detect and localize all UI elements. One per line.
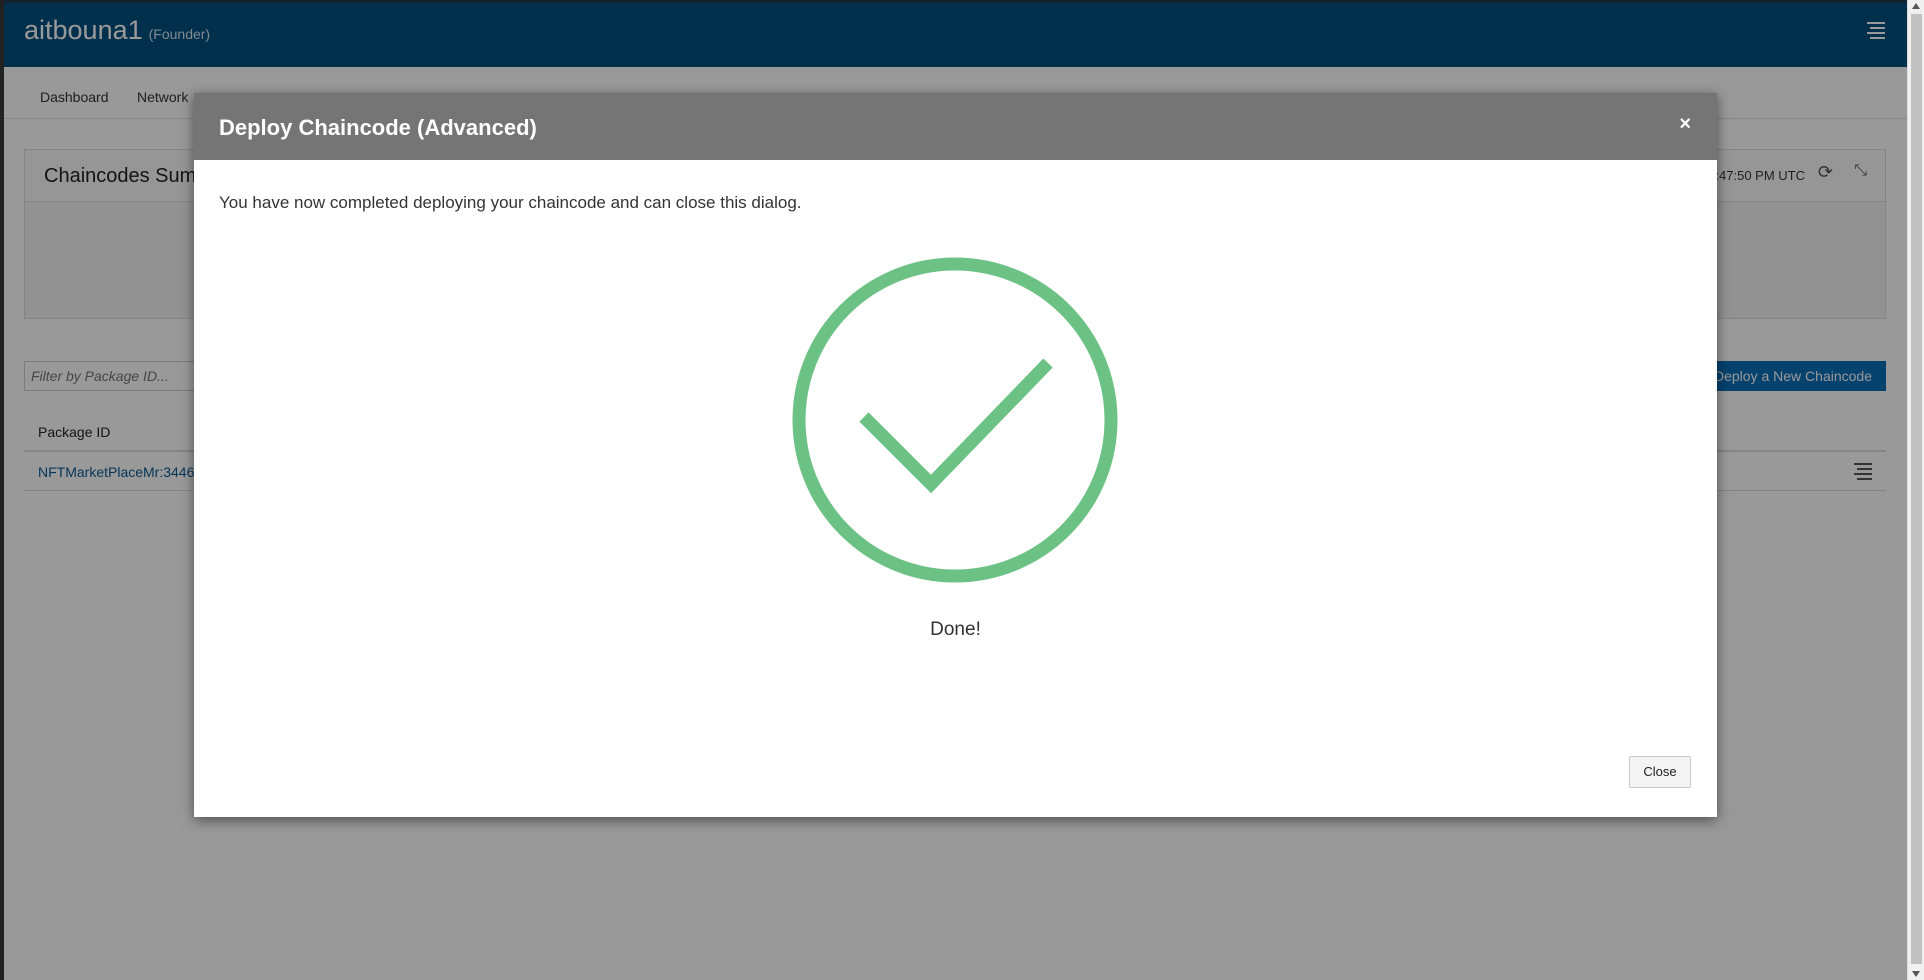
success-checkmark-icon (792, 257, 1118, 583)
vertical-scrollbar[interactable] (1907, 0, 1924, 980)
scroll-thumb[interactable] (1911, 14, 1922, 964)
done-status: Done! (930, 619, 981, 640)
scroll-up-arrow-icon[interactable] (1912, 3, 1920, 9)
dialog-title: Deploy Chaincode (Advanced) (219, 115, 537, 140)
deploy-chaincode-dialog: Deploy Chaincode (Advanced) × You have n… (194, 93, 1717, 817)
success-check (859, 358, 1053, 494)
completion-message: You have now completed deploying your ch… (219, 193, 802, 212)
close-icon[interactable]: × (1679, 113, 1691, 136)
close-button[interactable]: Close (1629, 756, 1691, 788)
success-circle (792, 257, 1118, 583)
dialog-header: Deploy Chaincode (Advanced) × (194, 93, 1717, 160)
scroll-down-arrow-icon[interactable] (1912, 971, 1920, 977)
